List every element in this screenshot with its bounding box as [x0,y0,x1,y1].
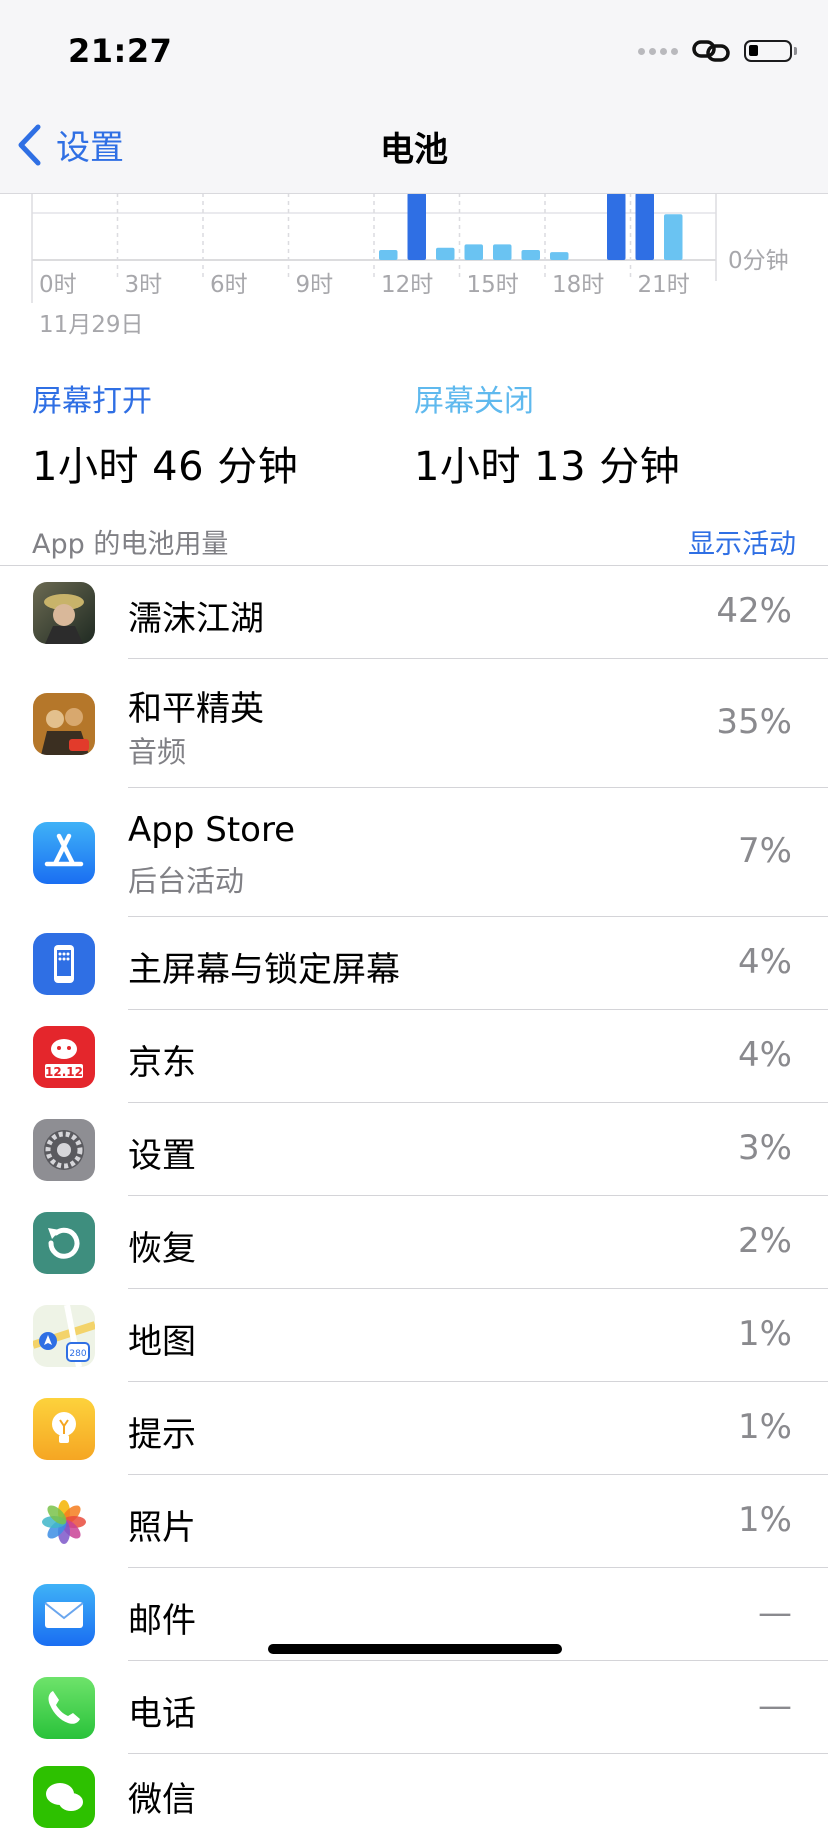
navigation-header: 21:27 设置 电池 [0,0,828,194]
app-battery-percent: 2% [738,1221,792,1261]
chart-bar [607,193,626,260]
app-usage-row[interactable]: 电话 — [0,1661,828,1754]
app-usage-section-title: App 的电池用量 [32,529,229,560]
photos-icon [33,1491,95,1553]
signal-icon [638,47,678,55]
chart-bar [493,244,512,260]
svg-text:280: 280 [69,1349,86,1359]
app-name: 照片 [128,1508,196,1548]
settings-gear-icon [33,1119,95,1181]
app-name: 邮件 [128,1601,196,1641]
phone-icon [33,1677,95,1739]
app-battery-percent: 42% [716,591,792,631]
app-battery-percent: 35% [716,702,792,742]
chart-bar [407,193,426,260]
battery-usage-chart: 0时 3时 6时 9时 12时 15时 18时 21时 11月29日 0分钟 [0,193,828,353]
mail-icon [33,1584,95,1646]
app-name: 电话 [128,1694,196,1734]
usage-bar-chart: 0时 3时 6时 9时 12时 15时 18时 21时 11月29日 0分钟 [31,193,789,338]
app-name: 和平精英 [128,689,264,729]
chart-bar [436,247,455,260]
home-indicator[interactable] [268,1644,562,1654]
chart-x-tick-label: 3时 [125,272,163,298]
app-battery-percent: 7% [738,831,792,871]
maps-icon: 280 [33,1305,95,1367]
app-store-icon [33,822,95,884]
app-usage-row[interactable]: 12.12 京东 4% [0,1010,828,1103]
app-usage-row[interactable]: 恢复 2% [0,1196,828,1289]
app-battery-percent: — [758,1593,792,1633]
tips-bulb-icon [33,1398,95,1460]
screen-off-label: 屏幕关闭 [414,384,534,419]
game-pubg-icon [33,693,95,755]
chart-bar [635,193,654,260]
app-usage-row[interactable]: 濡沫江湖 42% [0,566,828,659]
app-usage-row[interactable]: App Store 后台活动 7% [0,788,828,917]
app-battery-percent: 4% [738,942,792,982]
restore-icon [33,1212,95,1274]
screen-on-stat: 屏幕打开 1小时 46 分钟 [32,376,298,492]
app-battery-percent: 4% [738,1035,792,1075]
app-subtitle: 后台活动 [128,864,245,898]
chart-x-tick-label: 9时 [296,272,334,298]
app-battery-percent: 1% [738,1500,792,1540]
app-name: 地图 [128,1322,196,1362]
jd-icon: 12.12 [33,1026,95,1088]
app-usage-row[interactable]: 主屏幕与锁定屏幕 4% [0,917,828,1010]
chart-bar [464,244,483,260]
app-usage-row[interactable]: 设置 3% [0,1103,828,1196]
app-name: 恢复 [128,1229,196,1269]
app-name: 设置 [128,1136,196,1176]
app-name: 濡沫江湖 [128,599,264,639]
chart-date-label: 11月29日 [39,312,144,338]
screen-on-label: 屏幕打开 [32,384,152,419]
wechat-icon [33,1766,95,1828]
vpn-link-icon [692,40,730,62]
app-name: 京东 [128,1043,196,1083]
chart-x-tick-label: 6时 [210,272,248,298]
screen-off-value: 1小时 13 分钟 [414,444,681,490]
chart-y-tick-label: 0分钟 [728,248,789,274]
app-usage-list: 濡沫江湖 42% 和平精英音频 35% App Store 后台活动 7% 主屏幕与锁定屏幕 4… [0,566,828,1828]
status-icons [638,38,797,64]
app-usage-row[interactable]: 280 地图 1% [0,1289,828,1382]
phone-screen-icon [33,933,95,995]
app-usage-row[interactable]: 提示 1% [0,1382,828,1475]
chart-x-tick-label: 21时 [638,272,690,298]
chart-x-tick-label: 0时 [39,272,77,298]
chart-bar [379,249,398,260]
chart-bar [521,249,540,260]
app-name: App Store [128,810,296,850]
show-activity-button[interactable]: 显示活动 [688,522,796,561]
app-subtitle: 音频 [128,735,187,769]
app-name: 主屏幕与锁定屏幕 [128,950,400,990]
screen-off-stat: 屏幕关闭 1小时 13 分钟 [414,376,680,492]
chart-bar [664,214,683,260]
app-battery-percent: 1% [738,1314,792,1354]
app-battery-percent: — [758,1686,792,1726]
chart-x-tick-label: 15时 [467,272,519,298]
app-usage-row[interactable]: 微信 [0,1754,828,1828]
chart-bar [550,252,569,260]
game-icon [33,582,95,644]
app-name: 提示 [128,1415,196,1455]
battery-icon [744,40,797,62]
app-usage-row[interactable]: 和平精英音频 35% [0,659,828,788]
svg-text:12.12: 12.12 [45,1065,83,1079]
status-time: 21:27 [68,32,173,70]
chart-x-tick-label: 18时 [552,272,604,298]
app-battery-percent: 1% [738,1407,792,1447]
app-name: 微信 [128,1780,196,1820]
page-title: 电池 [380,130,448,170]
app-usage-row[interactable]: 照片 1% [0,1475,828,1568]
chart-x-tick-label: 12时 [381,272,433,298]
app-battery-percent: 3% [738,1128,792,1168]
screen-on-value: 1小时 46 分钟 [32,444,299,490]
